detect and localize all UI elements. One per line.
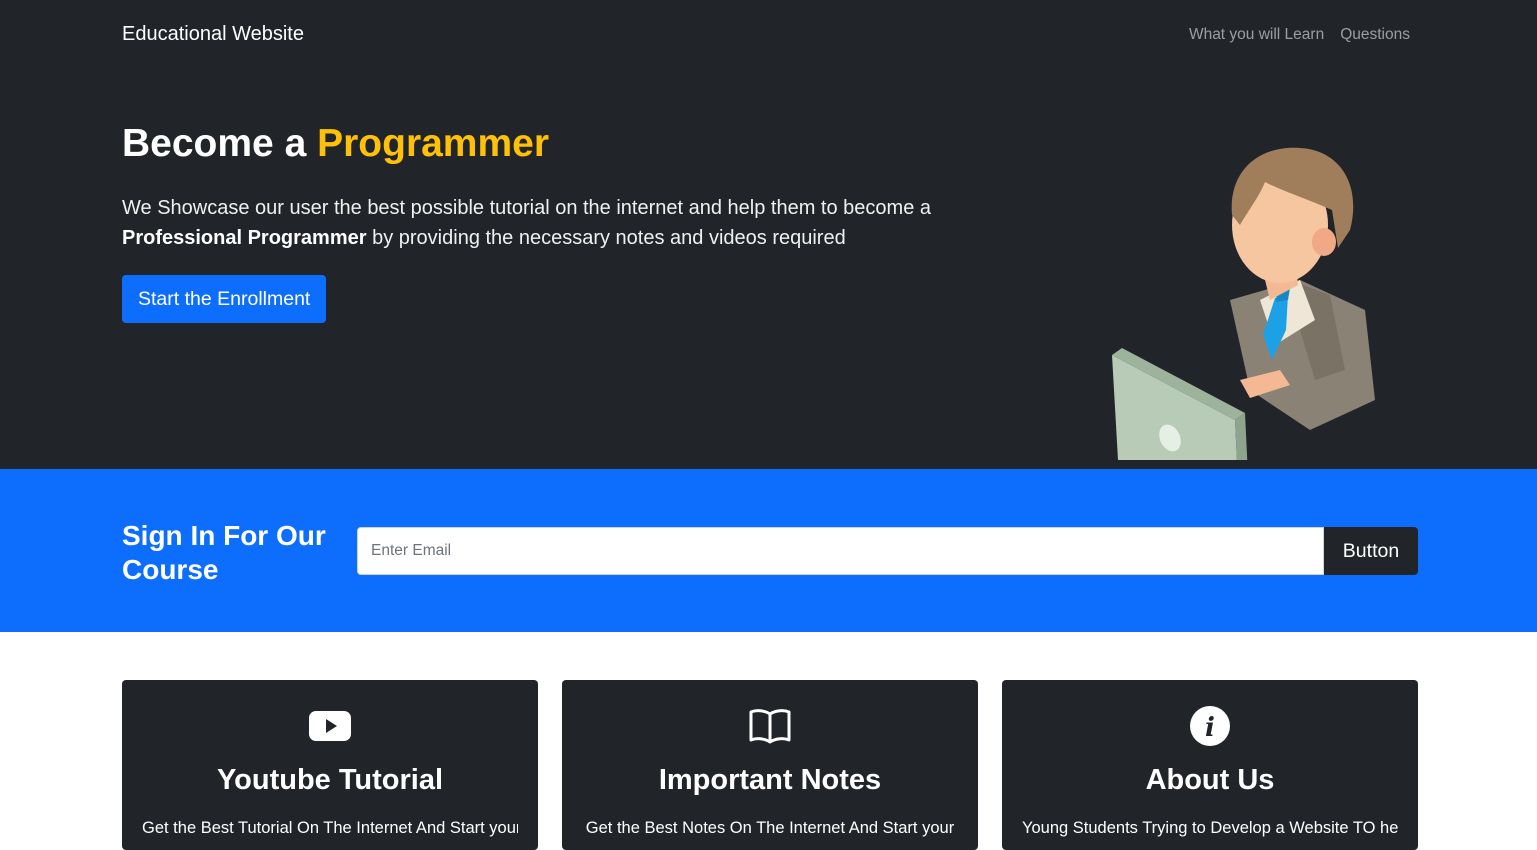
card-text: Young Students Trying to Develop a Websi… [1022,819,1398,837]
navbar: Educational Website What you will Learn … [0,0,1537,70]
brand-link[interactable]: Educational Website [122,23,304,46]
nav-link-what-you-will-learn[interactable]: What you will Learn [1189,26,1324,44]
signup-title: Sign In For Our Course [122,520,326,585]
hero-text-bold: Professional Programmer [122,227,367,249]
card-text: Get the Best Tutorial On The Internet An… [142,819,518,837]
info-icon: i [1188,706,1232,746]
hero-text-part2: by providing the necessary notes and vid… [372,227,846,249]
programmer-illustration [1112,147,1375,460]
youtube-icon [308,708,352,744]
start-enrollment-button[interactable]: Start the Enrollment [122,275,327,323]
signup-submit-button[interactable]: Button [1324,527,1418,575]
hero-title-accent: Programmer [317,122,550,165]
card-title: Youtube Tutorial [216,764,444,796]
card-youtube-tutorial: Youtube Tutorial Get the Best Tutorial O… [122,680,538,850]
signup-form: Button [357,527,1418,575]
nav-links: What you will Learn Questions [1189,26,1410,44]
card-title: Important Notes [658,764,882,796]
hero-title-prefix: Become a [122,122,307,165]
svg-text:i: i [1205,713,1215,743]
hero-section: Become a Programmer We Showcase our user… [0,70,1537,469]
hero-text-part1: We Showcase our user the best possible t… [122,197,932,219]
hero-description: We Showcase our user the best possible t… [122,193,1022,253]
card-title: About Us [1145,764,1275,796]
book-icon [748,708,792,744]
hero-title: Become a Programmer [122,122,549,166]
email-input[interactable] [357,527,1324,575]
card-important-notes: Important Notes Get the Best Notes On Th… [562,680,978,850]
nav-link-questions[interactable]: Questions [1340,26,1410,44]
card-about-us: i About Us Young Students Trying to Deve… [1002,680,1418,850]
signup-section: Sign In For Our Course Button [0,469,1537,632]
feature-cards: Youtube Tutorial Get the Best Tutorial O… [122,680,1418,850]
card-text: Get the Best Notes On The Internet And S… [585,819,955,837]
